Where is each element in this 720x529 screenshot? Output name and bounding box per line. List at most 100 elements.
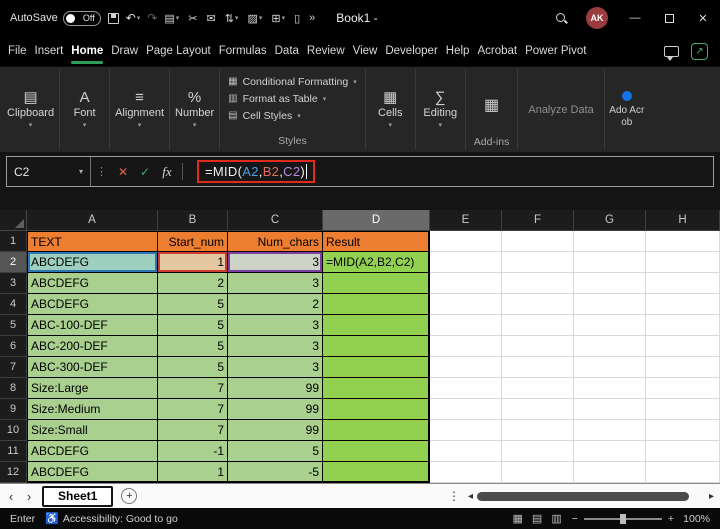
menu-tab-data[interactable]: Data xyxy=(271,36,303,66)
cell-b2[interactable]: 1 xyxy=(158,252,228,273)
cell-a9[interactable]: Size:Medium xyxy=(27,399,158,420)
cell-h11[interactable] xyxy=(646,441,720,462)
zoom-slider[interactable] xyxy=(583,513,662,524)
cell-b5[interactable]: 5 xyxy=(158,315,228,336)
ribbon-group-clipboard[interactable]: ▤ Clipboard ▾ xyxy=(2,69,61,150)
cell-h10[interactable] xyxy=(646,420,720,441)
cell-g10[interactable] xyxy=(574,420,646,441)
column-header-g[interactable]: G xyxy=(574,210,646,231)
cell-f12[interactable] xyxy=(502,462,574,483)
cell-a8[interactable]: Size:Large xyxy=(27,378,158,399)
row-header-9[interactable]: 9 xyxy=(0,399,27,420)
cell-e5[interactable] xyxy=(430,315,502,336)
save-icon[interactable] xyxy=(107,12,119,24)
select-all-button[interactable] xyxy=(0,210,27,231)
prev-sheet-button[interactable]: ‹ xyxy=(6,489,16,504)
row-header-1[interactable]: 1 xyxy=(0,231,27,252)
minimize-button[interactable]: — xyxy=(618,0,652,36)
cell-a5[interactable]: ABC-100-DEF xyxy=(27,315,158,336)
cell-b7[interactable]: 5 xyxy=(158,357,228,378)
cell-f1[interactable] xyxy=(502,231,574,252)
ribbon-group-font[interactable]: A Font ▾ xyxy=(60,69,111,150)
zoom-level[interactable]: 100% xyxy=(680,513,710,525)
cell-c9[interactable]: 99 xyxy=(228,399,323,420)
page-break-view-button[interactable]: ▥ xyxy=(551,512,561,525)
ribbon-button-format-as-table[interactable]: ▥ Format as Table ▾ xyxy=(228,90,357,107)
scrollbar-thumb[interactable] xyxy=(476,491,689,501)
ribbon-group-cells[interactable]: ▦ Cells ▾ xyxy=(366,69,416,150)
cell-b12[interactable]: 1 xyxy=(158,462,228,483)
comments-icon[interactable] xyxy=(664,45,679,61)
autosave-toggle[interactable]: Off xyxy=(62,10,101,26)
cell-f4[interactable] xyxy=(502,294,574,315)
cell-a7[interactable]: ABC-300-DEF xyxy=(27,357,158,378)
row-header-3[interactable]: 3 xyxy=(0,273,27,294)
ribbon-group-alignment[interactable]: ≡ Alignment ▾ xyxy=(110,69,171,150)
cell-g5[interactable] xyxy=(574,315,646,336)
cell-b11[interactable]: -1 xyxy=(158,441,228,462)
cell-b1[interactable]: Start_num xyxy=(158,231,228,252)
page-layout-view-button[interactable]: ▤ xyxy=(532,512,542,525)
cell-b4[interactable]: 5 xyxy=(158,294,228,315)
cell-e11[interactable] xyxy=(430,441,502,462)
cell-f6[interactable] xyxy=(502,336,574,357)
cell-g4[interactable] xyxy=(574,294,646,315)
cell-h6[interactable] xyxy=(646,336,720,357)
ribbon-button-analyze-data[interactable]: Analyze Data xyxy=(518,69,605,150)
device-icon[interactable]: ▯ xyxy=(294,12,300,25)
cell-a11[interactable]: ABCDEFG xyxy=(27,441,158,462)
accessibility-status[interactable]: ♿ Accessibility: Good to go xyxy=(45,512,178,526)
row-header-6[interactable]: 6 xyxy=(0,336,27,357)
cell-e3[interactable] xyxy=(430,273,502,294)
menu-tab-home[interactable]: Home xyxy=(67,36,107,66)
mail-icon[interactable]: ✉ xyxy=(206,12,215,25)
ribbon-group-add-ins[interactable]: ▦ Add-ins xyxy=(466,69,519,150)
cell-c4[interactable]: 2 xyxy=(228,294,323,315)
paste-icon[interactable]: ▤ ▾ xyxy=(164,12,179,25)
cell-c11[interactable]: 5 xyxy=(228,441,323,462)
cell-a3[interactable]: ABCDEFG xyxy=(27,273,158,294)
cell-h12[interactable] xyxy=(646,462,720,483)
zoom-out-button[interactable]: − xyxy=(572,513,578,525)
cell-e9[interactable] xyxy=(430,399,502,420)
column-header-a[interactable]: A xyxy=(27,210,158,231)
enter-button[interactable]: ✓ xyxy=(134,165,156,179)
cell-d6[interactable] xyxy=(323,336,430,357)
cell-d4[interactable] xyxy=(323,294,430,315)
cell-c8[interactable]: 99 xyxy=(228,378,323,399)
cell-f8[interactable] xyxy=(502,378,574,399)
cell-e10[interactable] xyxy=(430,420,502,441)
cell-c1[interactable]: Num_chars xyxy=(228,231,323,252)
next-sheet-button[interactable]: › xyxy=(24,489,34,504)
cell-d7[interactable] xyxy=(323,357,430,378)
menu-tab-review[interactable]: Review xyxy=(303,36,349,66)
cell-c2[interactable]: 3 xyxy=(228,252,323,273)
cell-g1[interactable] xyxy=(574,231,646,252)
cell-a6[interactable]: ABC-200-DEF xyxy=(27,336,158,357)
cell-b9[interactable]: 7 xyxy=(158,399,228,420)
zoom-in-button[interactable]: + xyxy=(668,513,674,525)
scroll-left-icon[interactable]: ◂ xyxy=(468,491,473,502)
add-sheet-button[interactable]: + xyxy=(121,488,138,504)
sheet-tab-sheet1[interactable]: Sheet1 xyxy=(42,485,114,507)
cell-f2[interactable] xyxy=(502,252,574,273)
cell-h9[interactable] xyxy=(646,399,720,420)
cell-c3[interactable]: 3 xyxy=(228,273,323,294)
column-header-h[interactable]: H xyxy=(646,210,720,231)
menu-tab-developer[interactable]: Developer xyxy=(381,36,441,66)
cell-d10[interactable] xyxy=(323,420,430,441)
cell-e4[interactable] xyxy=(430,294,502,315)
cell-c6[interactable]: 3 xyxy=(228,336,323,357)
cell-e8[interactable] xyxy=(430,378,502,399)
menu-tab-insert[interactable]: Insert xyxy=(31,36,68,66)
zoom-slider-thumb[interactable] xyxy=(619,513,626,524)
cell-e2[interactable] xyxy=(430,252,502,273)
scroll-right-icon[interactable]: ▸ xyxy=(709,491,714,502)
cell-f3[interactable] xyxy=(502,273,574,294)
row-header-10[interactable]: 10 xyxy=(0,420,27,441)
cell-d8[interactable] xyxy=(323,378,430,399)
cell-d2[interactable]: =MID(A2,B2,C2) xyxy=(323,252,430,273)
cell-a12[interactable]: ABCDEFG xyxy=(27,462,158,483)
cell-h3[interactable] xyxy=(646,273,720,294)
autosave-control[interactable]: AutoSave Off xyxy=(10,10,101,26)
